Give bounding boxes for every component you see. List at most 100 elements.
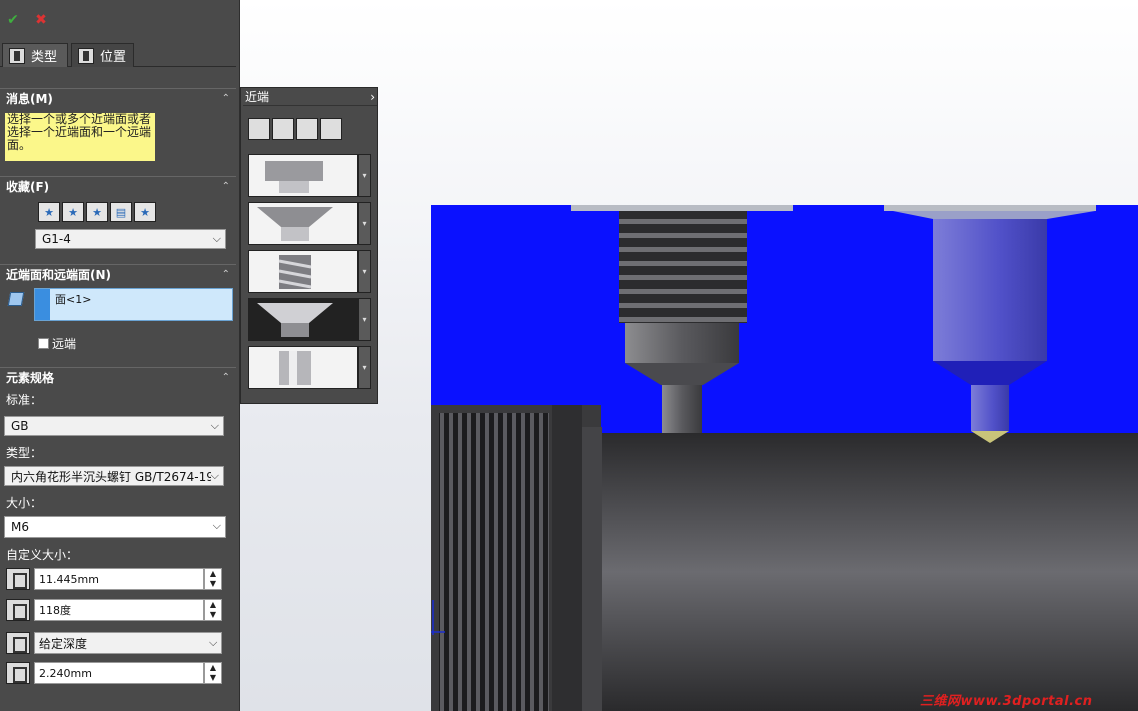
selection-highlight	[35, 289, 50, 320]
spin-up-icon: ▲	[209, 600, 217, 609]
spec-header-label: 元素规格	[6, 371, 55, 385]
spin-up-icon: ▲	[209, 663, 217, 672]
tapped-shape-button[interactable]	[248, 250, 358, 293]
favorites-section-header[interactable]: 收藏(F) ⌃	[0, 176, 236, 196]
angle-spinner[interactable]: ▲ ▼	[204, 599, 222, 621]
far-side-checkbox[interactable]	[38, 338, 49, 349]
chevron-down-icon: ⌵	[209, 636, 218, 649]
depth-mode-select[interactable]: 给定深度	[34, 632, 222, 654]
chevron-down-icon: ⌵	[210, 469, 219, 483]
straight-shape-icon	[279, 351, 311, 385]
flyout-title-bar: 近端 ›	[243, 88, 377, 106]
favorite-select-value: G1-4	[42, 232, 71, 246]
tapped-hole-top	[571, 205, 793, 211]
standard-select[interactable]: GB ⌵	[4, 416, 224, 436]
add-favorite-icon[interactable]: ★	[62, 202, 84, 222]
countersink-selected-shape-button[interactable]	[248, 298, 358, 341]
collapse-chevron-icon: ⌃	[221, 269, 230, 280]
standard-value: GB	[11, 419, 29, 433]
favorites-header-label: 收藏(F)	[6, 180, 50, 194]
countersink-pilot	[971, 385, 1009, 431]
tolerance-icon[interactable]	[320, 118, 342, 140]
model-section-view[interactable]	[431, 205, 1138, 711]
diameter-row: 11.445mm ▲ ▼	[4, 567, 224, 591]
flyout-title: 近端	[245, 90, 270, 104]
diameter-icon	[6, 568, 30, 590]
face-list-item[interactable]: 面<1>	[55, 291, 91, 307]
tapped-dropdown[interactable]: ▾	[358, 250, 371, 293]
spec-section-header[interactable]: 元素规格 ⌃	[0, 367, 236, 387]
faces-section-header[interactable]: 近端面和远端面(N) ⌃	[0, 264, 236, 284]
tapped-hole-body	[625, 323, 739, 363]
dark-housing	[601, 433, 1138, 711]
face-selection-icon	[7, 292, 25, 306]
depth-icon	[6, 662, 30, 684]
depth-spinner[interactable]: ▲ ▼	[204, 662, 222, 684]
load-favorite-icon[interactable]: ★	[134, 202, 156, 222]
counterbore-icon[interactable]	[248, 118, 270, 140]
remove-icon[interactable]	[296, 118, 318, 140]
depth-mode-value: 给定深度	[39, 636, 88, 651]
far-side-option[interactable]: 远端	[38, 335, 76, 352]
countersink-cylinder	[933, 219, 1047, 361]
depth-row: 2.240mm ▲ ▼	[4, 661, 224, 685]
collapse-chevron-icon: ⌃	[221, 181, 230, 192]
message-header-label: 消息(M)	[6, 92, 53, 106]
tab-position-label: 位置	[100, 50, 127, 65]
diameter-spinner[interactable]: ▲ ▼	[204, 568, 222, 590]
bore-rim	[552, 405, 582, 711]
angle-icon	[6, 599, 30, 621]
hole-position-icon	[78, 47, 94, 64]
countersink-shape-icon	[257, 207, 333, 241]
depth-input[interactable]: 2.240mm	[34, 662, 204, 684]
straight-dropdown[interactable]: ▾	[358, 346, 371, 389]
size-select[interactable]: M6 ⌵	[4, 516, 226, 538]
apply-default-icon[interactable]: ★	[38, 202, 60, 222]
favorites-toolbar: ★ ★ ★ ▤ ★	[38, 202, 156, 222]
tab-type[interactable]: 类型	[2, 43, 68, 67]
spin-down-icon: ▼	[209, 579, 217, 588]
tab-type-label: 类型	[31, 50, 58, 65]
tab-position[interactable]: 位置	[71, 43, 134, 67]
hole-type-icon	[9, 47, 25, 64]
angle-input[interactable]: 118度	[34, 599, 204, 621]
favorite-select[interactable]: G1-4 ⌵	[35, 229, 226, 249]
countersink-icon[interactable]	[272, 118, 294, 140]
close-icon: ✖	[35, 12, 47, 28]
bore-rim-light	[582, 427, 602, 711]
size-value: M6	[11, 520, 29, 534]
countersink-top	[884, 205, 1096, 211]
countersink-dropdown[interactable]: ▾	[358, 202, 371, 245]
type-label: 类型：	[6, 446, 43, 460]
cancel-button[interactable]: ✖	[32, 10, 50, 30]
save-favorite-icon[interactable]: ▤	[110, 202, 132, 222]
chevron-right-icon[interactable]: ›	[370, 90, 375, 104]
angle-row: 118度 ▲ ▼	[4, 598, 224, 622]
tab-bar: 类型 位置	[0, 43, 236, 67]
counterbore-dropdown[interactable]: ▾	[358, 154, 371, 197]
watermark: 三维网www.3dportal.cn	[920, 694, 1093, 709]
type-select[interactable]: 内六角花形半沉头螺钉 GB/T2674-19 ⌵	[4, 466, 224, 486]
threaded-bore	[439, 413, 549, 711]
checkmark-icon: ✔	[7, 12, 19, 28]
property-manager-panel: ✔ ✖ 类型 位置 消息(M) ⌃ 选择一个或多个近端面或者选择一个近端面和一个…	[0, 0, 240, 711]
countersink-selected-dropdown[interactable]: ▾	[358, 298, 371, 341]
type-value: 内六角花形半沉头螺钉 GB/T2674-19	[11, 469, 214, 484]
spin-down-icon: ▼	[209, 610, 217, 619]
straight-shape-button[interactable]	[248, 346, 358, 389]
near-side-flyout: 近端 › ▾ ▾ ▾ ▾ ▾	[240, 87, 378, 404]
tapped-shape-icon	[278, 255, 312, 289]
message-section-header[interactable]: 消息(M) ⌃	[0, 88, 236, 108]
message-text: 选择一个或多个近端面或者选择一个近端面和一个远端面。	[5, 113, 155, 161]
collapse-chevron-icon: ⌃	[221, 93, 230, 104]
diameter-input[interactable]: 11.445mm	[34, 568, 204, 590]
chevron-down-icon: ⌵	[212, 232, 221, 245]
spin-down-icon: ▼	[209, 673, 217, 682]
face-selection-list[interactable]: 面<1>	[34, 288, 233, 321]
tapped-hole-pilot	[662, 385, 702, 433]
countersink-shape-button[interactable]	[248, 202, 358, 245]
far-side-label: 远端	[52, 337, 77, 351]
counterbore-shape-button[interactable]	[248, 154, 358, 197]
delete-favorite-icon[interactable]: ★	[86, 202, 108, 222]
ok-button[interactable]: ✔	[4, 10, 22, 30]
